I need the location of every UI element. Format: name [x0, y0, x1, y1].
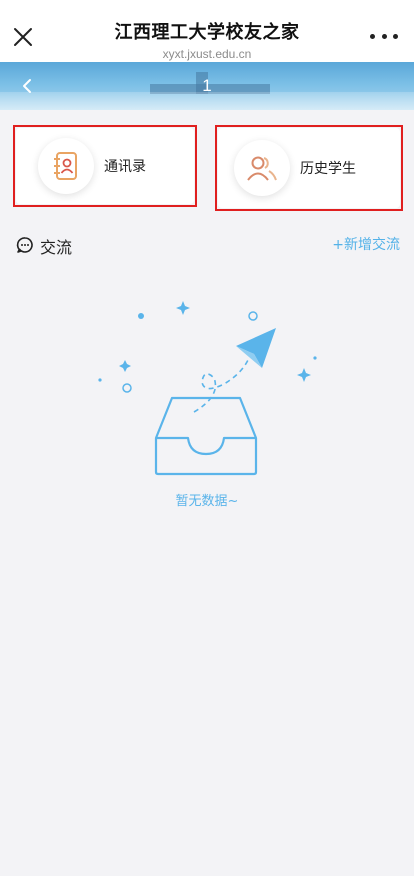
contacts-label: 通讯录: [104, 159, 146, 175]
chat-bubble-icon: [16, 237, 33, 253]
dot-icon: [393, 33, 398, 39]
contacts-card[interactable]: 通讯录: [16, 128, 194, 204]
add-discussion-link[interactable]: +新增交流: [332, 234, 400, 254]
page-title: 江西理工大学校友之家: [114, 22, 300, 43]
more-options-button[interactable]: [370, 26, 398, 46]
title-block: 江西理工大学校友之家 xyxt.jxust.edu.cn: [0, 18, 414, 61]
banner: 1: [0, 62, 414, 110]
banner-page-number: 1: [202, 76, 212, 95]
contacts-book-icon: [38, 138, 94, 194]
page-url: xyxt.jxust.edu.cn: [162, 47, 252, 61]
dot-icon: [381, 33, 387, 39]
empty-state-text: 暂无数据~: [175, 494, 239, 509]
discussion-section-header: 交流 +新增交流: [0, 228, 414, 260]
empty-inbox-illustration: [98, 301, 317, 476]
people-icon: [234, 140, 290, 196]
dot-icon: [370, 33, 375, 39]
top-navigation-bar: 江西理工大学校友之家 xyxt.jxust.edu.cn: [0, 0, 414, 62]
section-title: 交流: [40, 238, 73, 257]
history-students-label: 历史学生: [300, 161, 356, 177]
history-students-card[interactable]: 历史学生: [218, 128, 400, 208]
